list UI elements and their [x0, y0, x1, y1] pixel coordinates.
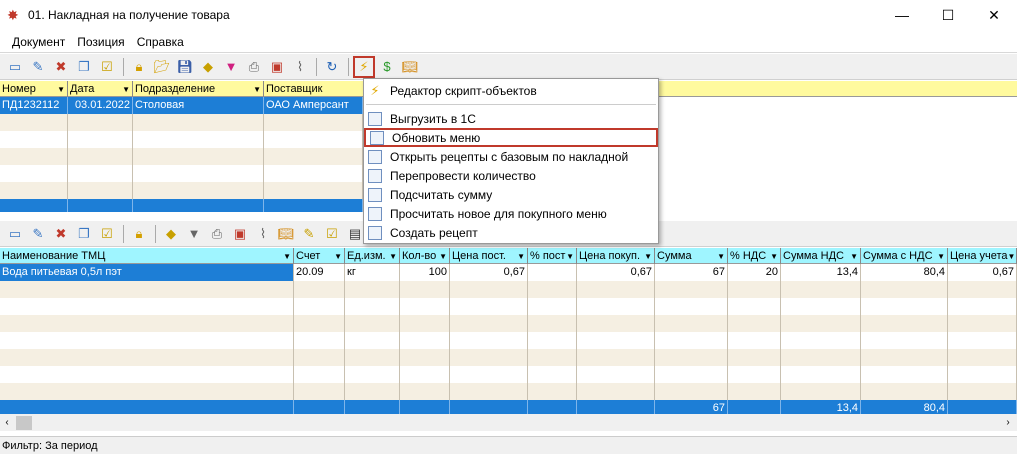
top-toolbar: ▭ ✎ ✖ ❐ ☑ 🔒︎ 📂︎ 💾︎ ◆ ▼ ⎙ ▣ ⌇ ↻ ⚡︎ $ 📖︎: [0, 54, 1017, 80]
window-title: 01. Накладная на получение товара: [28, 8, 230, 22]
attach-icon[interactable]: ⌇: [289, 56, 311, 78]
menu-help[interactable]: Справка: [131, 35, 190, 49]
maximize-button[interactable]: ☐: [925, 0, 971, 30]
script-icon: [368, 149, 382, 164]
book-icon[interactable]: 📖︎: [399, 56, 421, 78]
menu-item-calc-new[interactable]: Просчитать новое для покупного меню: [364, 204, 658, 223]
col-qty[interactable]: Кол-во ▼: [400, 248, 450, 264]
report-icon[interactable]: ▣: [266, 56, 288, 78]
filter-status: Фильтр: За период: [2, 439, 98, 452]
menu-item-refresh-menu[interactable]: Обновить меню: [364, 128, 658, 147]
menu-bar: Документ Позиция Справка: [0, 31, 1017, 53]
refresh-icon[interactable]: ↻: [321, 56, 343, 78]
cars-icon[interactable]: ◆: [197, 56, 219, 78]
col-sum[interactable]: Сумма ▼: [655, 248, 728, 264]
col-name[interactable]: Наименование ТМЦ ▼: [0, 248, 294, 264]
scroll-thumb[interactable]: [16, 415, 32, 430]
edit-document-icon[interactable]: ✎: [27, 56, 49, 78]
check-note-icon[interactable]: ☑: [321, 223, 343, 245]
script-icon: [368, 168, 382, 183]
open-folder-icon[interactable]: 📂︎: [151, 56, 173, 78]
filter-item-icon[interactable]: ▼: [183, 223, 205, 245]
delete-document-icon[interactable]: ✖: [50, 56, 72, 78]
script-icon: [368, 206, 382, 221]
menu-position[interactable]: Позиция: [71, 35, 130, 49]
status-bar: Фильтр: За период: [0, 436, 1017, 454]
col-price-supplier[interactable]: Цена пост. ▼: [450, 248, 528, 264]
col-account[interactable]: Счет ▼: [294, 248, 345, 264]
title-bar: ✸ 01. Накладная на получение товара — ☐ …: [0, 0, 1017, 30]
col-supplier[interactable]: Поставщик: [264, 81, 364, 97]
script-icon: [368, 225, 382, 240]
scroll-right-icon[interactable]: ›: [1001, 417, 1015, 428]
minimize-button[interactable]: —: [879, 0, 925, 30]
checklist-icon[interactable]: ☑: [96, 56, 118, 78]
col-date[interactable]: Дата ▼: [68, 81, 133, 97]
book-item-icon[interactable]: 📖︎: [275, 223, 297, 245]
lock-icon[interactable]: 🔒︎: [128, 56, 150, 78]
copy-item-icon[interactable]: ❐: [73, 223, 95, 245]
close-button[interactable]: ✕: [971, 0, 1017, 30]
cars-item-icon[interactable]: ◆: [160, 223, 182, 245]
table-row[interactable]: Вода питьевая 0,5л пэт 20.09 кг 100 0,67…: [0, 264, 1017, 281]
app-icon: ✸: [7, 7, 19, 23]
delete-item-icon[interactable]: ✖: [50, 223, 72, 245]
new-item-icon[interactable]: ▭: [4, 223, 26, 245]
new-document-icon[interactable]: ▭: [4, 56, 26, 78]
attach-item-icon[interactable]: ⌇: [252, 223, 274, 245]
menu-item-open-recipes[interactable]: Открыть рецепты с базовым по накладной: [364, 147, 658, 166]
items-grid: Наименование ТМЦ ▼ Счет ▼ Ед.изм. ▼ Кол-во ▼…: [0, 248, 1017, 417]
money-icon[interactable]: $: [376, 56, 398, 78]
filter-icon[interactable]: ▼: [220, 56, 242, 78]
script-icon: [370, 130, 384, 145]
col-vat-sum[interactable]: Сумма НДС ▼: [781, 248, 861, 264]
col-price-buy[interactable]: Цена покуп. ▼: [577, 248, 655, 264]
menu-document[interactable]: Документ: [6, 35, 71, 49]
col-dept[interactable]: Подразделение ▼: [133, 81, 264, 97]
copy-document-icon[interactable]: ❐: [73, 56, 95, 78]
table-row[interactable]: ПД1232112 03.01.2022 Столовая ОАО Амперс…: [0, 97, 363, 114]
save-icon[interactable]: 💾︎: [174, 56, 196, 78]
col-sum-with-vat[interactable]: Сумма с НДС ▼: [861, 248, 948, 264]
col-number[interactable]: Номер ▼: [0, 81, 68, 97]
report-item-icon[interactable]: ▣: [229, 223, 251, 245]
col-accounting-price[interactable]: Цена учета ▼: [948, 248, 1017, 264]
col-unit[interactable]: Ед.изм. ▼: [345, 248, 400, 264]
edit-note-icon[interactable]: ✎: [298, 223, 320, 245]
col-vat-pct[interactable]: % НДС ▼: [728, 248, 781, 264]
print-item-icon[interactable]: ⎙: [206, 223, 228, 245]
lightning-icon: ⚡︎: [370, 82, 380, 98]
print-icon[interactable]: ⎙: [243, 56, 265, 78]
edit-item-icon[interactable]: ✎: [27, 223, 49, 245]
scripts-dropdown-menu: ⚡︎ Редактор скрипт-объектов Выгрузить в 1…: [363, 78, 659, 244]
scripts-lightning-icon[interactable]: ⚡︎: [353, 55, 375, 78]
col-pct-supplier[interactable]: % пост ▼: [528, 248, 577, 264]
menu-item-export-1c[interactable]: Выгрузить в 1С: [364, 109, 658, 128]
script-icon: [368, 187, 382, 202]
menu-item-calc-sum[interactable]: Подсчитать сумму: [364, 185, 658, 204]
menu-item-repost-qty[interactable]: Перепровести количество: [364, 166, 658, 185]
menu-item-create-recipe[interactable]: Создать рецепт: [364, 223, 658, 242]
lock-item-icon[interactable]: 🔒︎: [128, 223, 150, 245]
horizontal-scrollbar[interactable]: ‹ ›: [0, 414, 1017, 431]
menu-item-script-editor[interactable]: ⚡︎ Редактор скрипт-объектов: [364, 81, 658, 100]
scroll-left-icon[interactable]: ‹: [0, 417, 14, 428]
script-icon: [368, 111, 382, 126]
checklist-item-icon[interactable]: ☑: [96, 223, 118, 245]
